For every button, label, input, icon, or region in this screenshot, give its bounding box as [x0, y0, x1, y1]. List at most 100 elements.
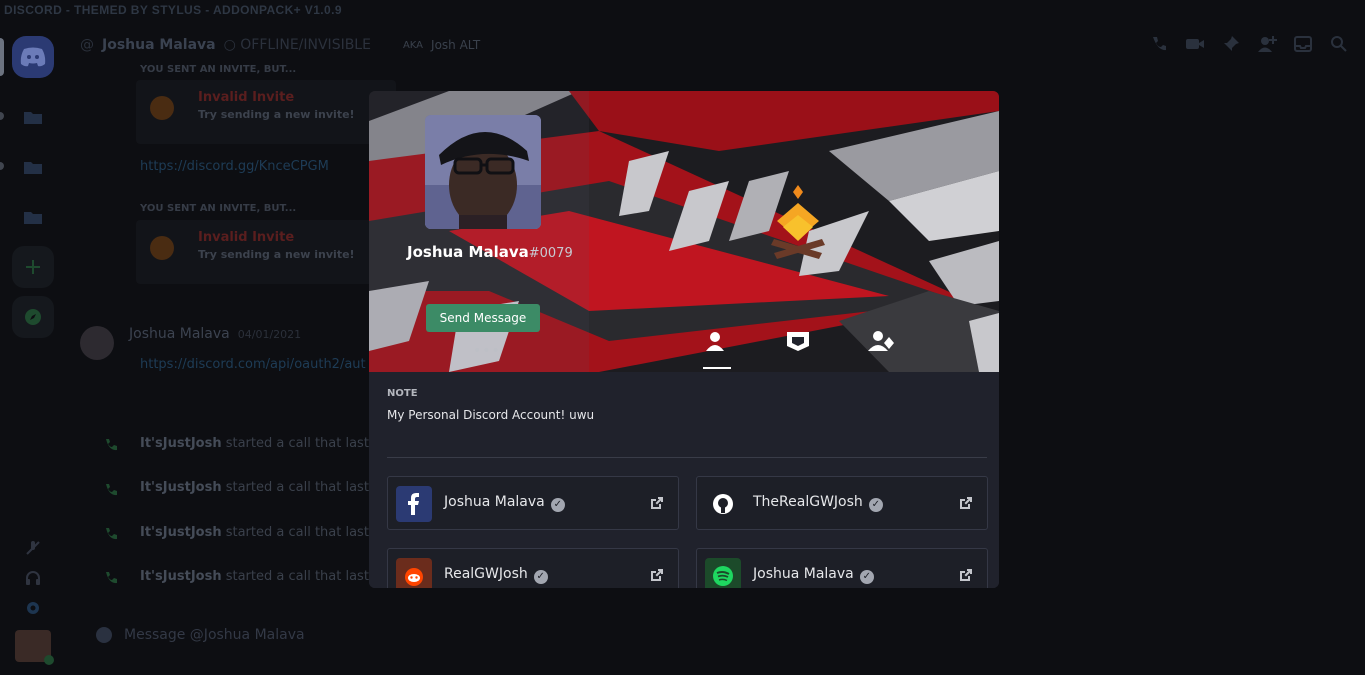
profile-info-panel: Joshua Malava#0079 Send Message ••• — [369, 91, 589, 372]
connected-account-facebook[interactable]: Joshua Malava ✓ — [387, 476, 679, 530]
headphones-icon — [26, 571, 40, 585]
call-message: It'sJustJosh started a call that laste — [140, 436, 377, 451]
call-author[interactable]: It'sJustJosh — [140, 569, 222, 584]
account-name: Joshua Malava ✓ — [753, 566, 874, 584]
add-server-button[interactable] — [12, 246, 54, 288]
unread-dot — [0, 112, 4, 120]
poop-icon — [150, 96, 174, 120]
call-message: It'sJustJosh started a call that laste — [140, 569, 377, 584]
folder-icon — [24, 162, 42, 174]
avatar — [15, 630, 54, 665]
profile-banner: Joshua Malava#0079 Send Message ••• — [369, 91, 999, 372]
invite-label: YOU SENT AN INVITE, BUT... — [140, 203, 297, 214]
settings-button[interactable] — [12, 600, 54, 616]
search-icon[interactable] — [1329, 34, 1349, 54]
call-text: started a call that laste — [221, 480, 377, 495]
add-friend-icon[interactable] — [1257, 34, 1277, 54]
phone-icon — [106, 439, 117, 451]
phone-icon — [106, 572, 117, 584]
invite-embed: Invalid Invite Try sending a new invite! — [136, 80, 396, 144]
call-author[interactable]: It'sJustJosh — [140, 525, 222, 540]
username-text: Joshua Malava — [407, 243, 529, 261]
selected-pill — [0, 38, 4, 76]
mutual-servers-icon — [787, 332, 809, 351]
message-author-line: Joshua Malava 04/01/2021 — [129, 326, 301, 342]
tab-mutual-friends[interactable] — [867, 329, 895, 369]
profile-username: Joshua Malava#0079 — [407, 243, 573, 261]
divider — [387, 457, 987, 458]
composer-placeholder: Message @Joshua Malava — [124, 627, 305, 643]
deafen-button[interactable] — [12, 570, 54, 586]
poop-icon — [150, 236, 174, 260]
invite-label: YOU SENT AN INVITE, BUT... — [140, 64, 297, 75]
connected-account-reddit[interactable]: RealGWJosh ✓ — [387, 548, 679, 588]
at-icon: @ — [80, 37, 94, 53]
message-link[interactable]: https://discord.gg/KnceCPGM — [140, 159, 329, 174]
message-composer[interactable]: Message @Joshua Malava — [84, 616, 1349, 654]
discord-app: DISCORD - THEMED BY STYLUS - ADDONPACK+ … — [0, 0, 1365, 675]
profile-avatar — [425, 115, 541, 229]
account-name: TheRealGWJosh ✓ — [753, 494, 883, 512]
external-link-icon[interactable] — [959, 496, 973, 510]
spotify-icon — [705, 558, 741, 588]
mutual-friends-icon — [868, 331, 894, 351]
mute-button[interactable] — [12, 540, 54, 556]
header-toolbar — [1149, 34, 1349, 54]
account-name-text: Joshua Malava — [444, 494, 545, 510]
server-folder-2[interactable] — [12, 146, 54, 188]
user-profile-modal: Joshua Malava#0079 Send Message ••• NOTE… — [369, 91, 999, 588]
aka-value: Josh ALT — [431, 38, 481, 52]
call-message: It'sJustJosh started a call that laste — [140, 525, 377, 540]
explore-servers-button[interactable] — [12, 296, 54, 338]
call-author[interactable]: It'sJustJosh — [140, 436, 222, 451]
tab-mutual-servers[interactable] — [785, 329, 813, 369]
pin-icon[interactable] — [1221, 34, 1241, 54]
message-link[interactable]: https://discord.com/api/oauth2/aut — [140, 357, 366, 372]
account-name-text: TheRealGWJosh — [753, 494, 863, 510]
video-call-icon[interactable] — [1185, 34, 1205, 54]
inbox-icon[interactable] — [1293, 34, 1313, 54]
server-folder-1[interactable] — [12, 96, 54, 138]
server-sidebar — [0, 24, 64, 675]
message-author[interactable]: Joshua Malava — [129, 326, 230, 342]
invite-embed: Invalid Invite Try sending a new invite! — [136, 220, 396, 284]
tab-user-info[interactable] — [703, 329, 731, 369]
unread-dot — [0, 162, 4, 170]
reddit-icon — [396, 558, 432, 588]
call-author[interactable]: It'sJustJosh — [140, 480, 222, 495]
profile-tabs — [703, 329, 895, 369]
compass-icon — [25, 309, 41, 325]
call-text: started a call that laste — [221, 525, 377, 540]
message-avatar[interactable] — [80, 326, 114, 360]
external-link-icon[interactable] — [650, 568, 664, 582]
dm-name[interactable]: Joshua Malava — [102, 37, 216, 53]
avatar-photo — [425, 115, 541, 229]
more-options-button[interactable]: ••• — [473, 343, 501, 359]
plus-icon — [26, 260, 40, 274]
user-avatar-button[interactable] — [12, 630, 54, 665]
phone-icon — [106, 528, 117, 540]
invite-subtitle: Try sending a new invite! — [198, 108, 355, 121]
send-message-button[interactable]: Send Message — [426, 304, 540, 332]
external-link-icon[interactable] — [959, 568, 973, 582]
note-label: NOTE — [387, 388, 418, 399]
note-text[interactable]: My Personal Discord Account! uwu — [387, 408, 594, 422]
account-name-text: Joshua Malava — [753, 566, 854, 582]
server-folder-3[interactable] — [12, 196, 54, 238]
user-icon — [706, 332, 724, 351]
home-button[interactable] — [12, 36, 54, 78]
profile-body: NOTE My Personal Discord Account! uwu Jo… — [369, 372, 999, 588]
verified-icon: ✓ — [550, 498, 565, 512]
external-link-icon[interactable] — [650, 496, 664, 510]
connected-account-spotify[interactable]: Joshua Malava ✓ — [696, 548, 988, 588]
status-dot — [44, 655, 54, 665]
voice-call-icon[interactable] — [1149, 34, 1169, 54]
phone-icon — [106, 484, 117, 496]
invite-title: Invalid Invite — [198, 230, 295, 245]
folder-icon — [24, 212, 42, 224]
github-icon — [705, 486, 741, 522]
connected-account-github[interactable]: TheRealGWJosh ✓ — [696, 476, 988, 530]
aka-label: AKA — [402, 39, 424, 51]
account-name: RealGWJosh ✓ — [444, 566, 548, 584]
upload-icon[interactable] — [96, 627, 112, 643]
